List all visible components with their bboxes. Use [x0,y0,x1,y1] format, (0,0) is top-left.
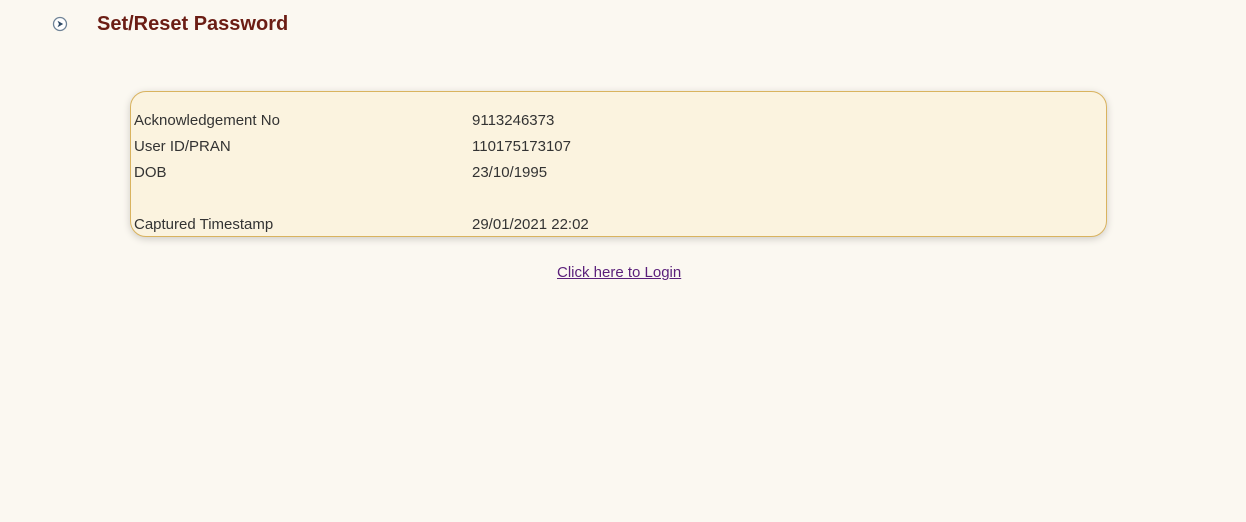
timestamp-value: 29/01/2021 22:02 [472,216,589,233]
acknowledgement-details-box: Acknowledgement No 9113246373 User ID/PR… [130,91,1107,237]
arrow-bullet-icon [52,16,68,32]
acknowledgement-value: 9113246373 [472,112,555,129]
page-header: Set/Reset Password [52,12,288,36]
user-id-value: 110175173107 [472,138,571,155]
acknowledgement-label: Acknowledgement No [134,112,280,129]
dob-value: 23/10/1995 [472,164,548,181]
dob-label: DOB [134,164,167,181]
user-id-label: User ID/PRAN [134,138,231,155]
login-link[interactable]: Click here to Login [557,263,681,283]
page-title: Set/Reset Password [97,13,289,35]
timestamp-label: Captured Timestamp [134,216,274,233]
